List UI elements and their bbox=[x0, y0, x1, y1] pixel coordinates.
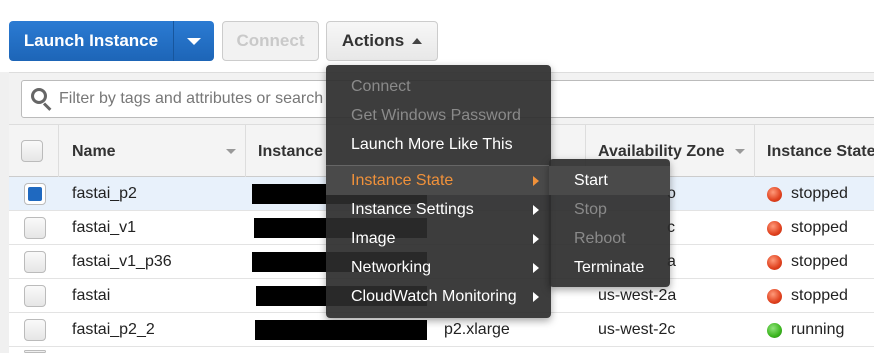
chevron-right-icon bbox=[533, 234, 539, 244]
menu-item-reboot[interactable]: Reboot bbox=[549, 224, 670, 253]
row-checkbox[interactable] bbox=[24, 285, 46, 307]
menu-item-label: Terminate bbox=[574, 258, 645, 276]
menu-item-label: Connect bbox=[351, 77, 411, 95]
launch-instance-button[interactable]: Launch Instance bbox=[9, 21, 174, 61]
menu-item-cloudwatch-monitoring[interactable]: CloudWatch Monitoring bbox=[326, 282, 551, 311]
menu-item-get-windows-password[interactable]: Get Windows Password bbox=[326, 101, 551, 130]
chevron-right-icon bbox=[533, 176, 539, 186]
column-instance[interactable]: Instance bbox=[258, 125, 323, 178]
menu-item-image[interactable]: Image bbox=[326, 224, 551, 253]
redacted-instance-id bbox=[255, 320, 427, 340]
instance-name: fastai_p2 bbox=[72, 185, 137, 202]
actions-label: Actions bbox=[341, 31, 405, 50]
instance-name: fastai_v1 bbox=[72, 219, 137, 236]
row-checkbox[interactable] bbox=[24, 319, 46, 341]
instance-zone: us-west-2c bbox=[598, 321, 676, 338]
row-checkbox[interactable] bbox=[24, 217, 46, 239]
chevron-down-icon bbox=[187, 37, 201, 45]
row-checkbox[interactable] bbox=[24, 183, 46, 205]
menu-item-instance-state[interactable]: Instance State bbox=[326, 166, 551, 195]
launch-dropdown-button[interactable] bbox=[174, 21, 214, 61]
toolbar: Launch Instance Connect Actions bbox=[0, 0, 874, 72]
instance-state: stopped bbox=[767, 245, 848, 279]
stopped-status-icon bbox=[767, 288, 782, 304]
instance-type: p2.xlarge bbox=[444, 321, 510, 338]
stopped-status-icon bbox=[767, 220, 782, 236]
search-icon bbox=[31, 88, 53, 111]
chevron-right-icon bbox=[533, 292, 539, 302]
menu-item-label: Image bbox=[351, 229, 396, 247]
menu-item-label: Stop bbox=[574, 200, 607, 218]
state-label: stopped bbox=[791, 185, 848, 202]
menu-item-instance-settings[interactable]: Instance Settings bbox=[326, 195, 551, 224]
actions-button[interactable]: Actions bbox=[326, 21, 438, 61]
menu-item-connect[interactable]: Connect bbox=[326, 72, 551, 101]
menu-item-label: Launch More Like This bbox=[351, 135, 513, 153]
instance-state: stopped bbox=[767, 211, 848, 245]
menu-item-label: Start bbox=[574, 171, 608, 189]
column-name[interactable]: Name bbox=[72, 125, 116, 178]
menu-item-networking[interactable]: Networking bbox=[326, 253, 551, 282]
stopped-status-icon bbox=[767, 186, 782, 202]
menu-item-label: Instance State bbox=[351, 171, 454, 189]
menu-item-label: Networking bbox=[351, 258, 432, 276]
instance-name: fastai bbox=[72, 287, 111, 304]
launch-instance-group: Launch Instance bbox=[9, 21, 214, 61]
connect-button[interactable]: Connect bbox=[222, 21, 319, 61]
state-label: stopped bbox=[791, 219, 848, 236]
instance-name: fastai_v1_p36 bbox=[72, 253, 172, 270]
running-status-icon bbox=[767, 322, 782, 338]
search-placeholder: Filter by tags and attributes or search bbox=[59, 90, 324, 107]
chevron-up-icon bbox=[412, 38, 423, 44]
select-all-checkbox[interactable] bbox=[21, 140, 43, 162]
menu-item-stop[interactable]: Stop bbox=[549, 195, 670, 224]
sort-icon[interactable] bbox=[226, 149, 236, 154]
instance-state: stopped bbox=[767, 177, 848, 211]
actions-menu: Connect Get Windows Password Launch More… bbox=[326, 65, 551, 318]
state-label: stopped bbox=[791, 253, 848, 270]
sort-icon[interactable] bbox=[735, 149, 745, 154]
instance-name: fastai_p2_2 bbox=[72, 321, 155, 338]
menu-item-label: Reboot bbox=[574, 229, 626, 247]
instance-state-submenu: Start Stop Reboot Terminate bbox=[549, 159, 670, 287]
table-row[interactable]: fastai_p2_2 p2.xlarge us-west-2c running bbox=[9, 313, 874, 347]
chevron-right-icon bbox=[533, 263, 539, 273]
table-row[interactable] bbox=[9, 347, 874, 353]
instance-state: running bbox=[767, 313, 844, 347]
column-instance-state[interactable]: Instance State bbox=[767, 125, 874, 178]
instance-state: stopped bbox=[767, 279, 848, 313]
menu-item-label: Get Windows Password bbox=[351, 106, 521, 124]
state-label: running bbox=[791, 321, 845, 338]
row-checkbox[interactable] bbox=[24, 251, 46, 273]
chevron-right-icon bbox=[533, 205, 539, 215]
menu-item-launch-more-like-this[interactable]: Launch More Like This bbox=[326, 130, 551, 159]
state-label: stopped bbox=[791, 287, 848, 304]
stopped-status-icon bbox=[767, 254, 782, 270]
menu-item-label: CloudWatch Monitoring bbox=[351, 287, 517, 305]
menu-item-start[interactable]: Start bbox=[549, 166, 670, 195]
menu-item-label: Instance Settings bbox=[351, 200, 474, 218]
menu-item-terminate[interactable]: Terminate bbox=[549, 253, 670, 282]
